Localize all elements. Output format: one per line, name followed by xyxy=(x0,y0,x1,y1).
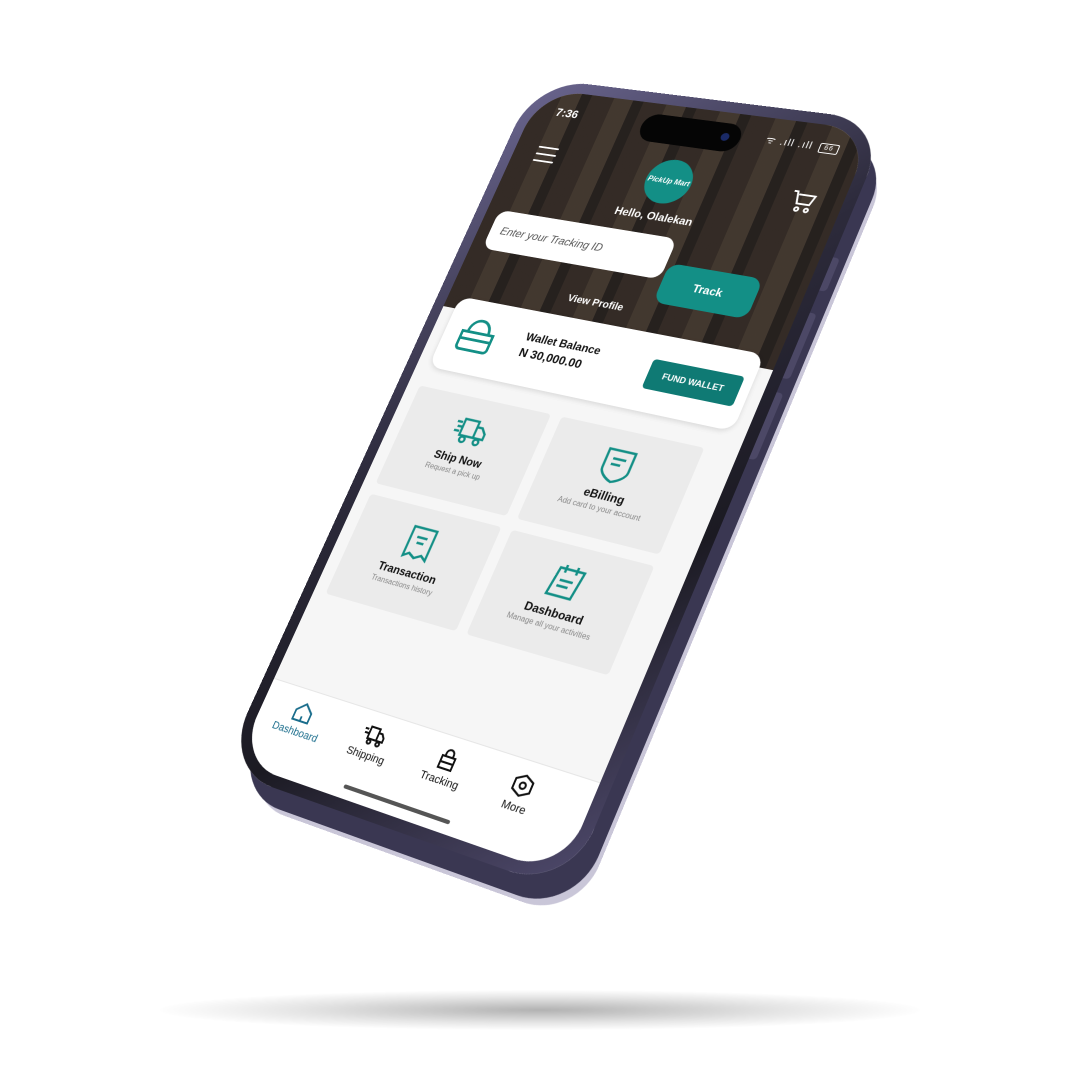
bottom-navigation: Dashboard Shipping Tracking More xyxy=(236,678,600,875)
cart-icon[interactable] xyxy=(784,188,821,215)
brand-logo: PickUp Mart xyxy=(637,157,701,207)
tile-ship-now[interactable]: Ship Now Request a pick up xyxy=(376,385,551,516)
bag-icon xyxy=(433,746,462,774)
delivery-truck-icon xyxy=(358,722,390,750)
signal-icon: ᯤ .ıll .ıll xyxy=(764,135,815,152)
status-time: 7:36 xyxy=(554,106,581,121)
tile-transaction[interactable]: Transaction Transactions history xyxy=(326,494,502,631)
nav-label: Tracking xyxy=(418,768,461,792)
receipt-icon xyxy=(398,523,442,565)
calendar-notes-icon xyxy=(541,560,593,606)
view-profile-link[interactable]: View Profile xyxy=(566,293,626,314)
device-mockup: 7:36 ᯤ .ıll .ıll 66 PickUp Mart Hello, O… xyxy=(190,20,890,920)
phone-frame: 7:36 ᯤ .ıll .ıll 66 PickUp Mart Hello, O… xyxy=(222,78,890,892)
nav-label: More xyxy=(499,798,528,818)
tile-dashboard[interactable]: Dashboard Manage all your activities xyxy=(466,530,654,676)
fund-wallet-button[interactable]: FUND WALLET xyxy=(642,359,745,407)
track-button[interactable]: Track xyxy=(653,263,764,319)
action-button xyxy=(819,257,840,291)
floor-shadow xyxy=(160,990,920,1030)
app-screen: 7:36 ᯤ .ıll .ıll 66 PickUp Mart Hello, O… xyxy=(236,89,873,876)
nav-dashboard[interactable]: Dashboard xyxy=(260,692,342,749)
status-icons: ᯤ .ıll .ıll 66 xyxy=(763,133,841,156)
hamburger-icon[interactable] xyxy=(533,146,560,164)
home-icon xyxy=(289,699,318,726)
battery-icon: 66 xyxy=(817,142,840,154)
billing-badge-icon xyxy=(593,445,642,488)
nav-tracking[interactable]: Tracking xyxy=(401,738,489,799)
nav-more[interactable]: More xyxy=(474,762,566,827)
delivery-truck-icon xyxy=(446,412,494,452)
nav-shipping[interactable]: Shipping xyxy=(329,714,414,773)
home-indicator xyxy=(343,784,451,825)
dynamic-island xyxy=(635,113,746,154)
tile-ebilling[interactable]: eBilling Add card to your account xyxy=(517,417,704,555)
wallet-bag-icon xyxy=(448,311,507,360)
nav-label: Dashboard xyxy=(270,719,319,745)
hexagon-settings-icon xyxy=(506,770,539,801)
